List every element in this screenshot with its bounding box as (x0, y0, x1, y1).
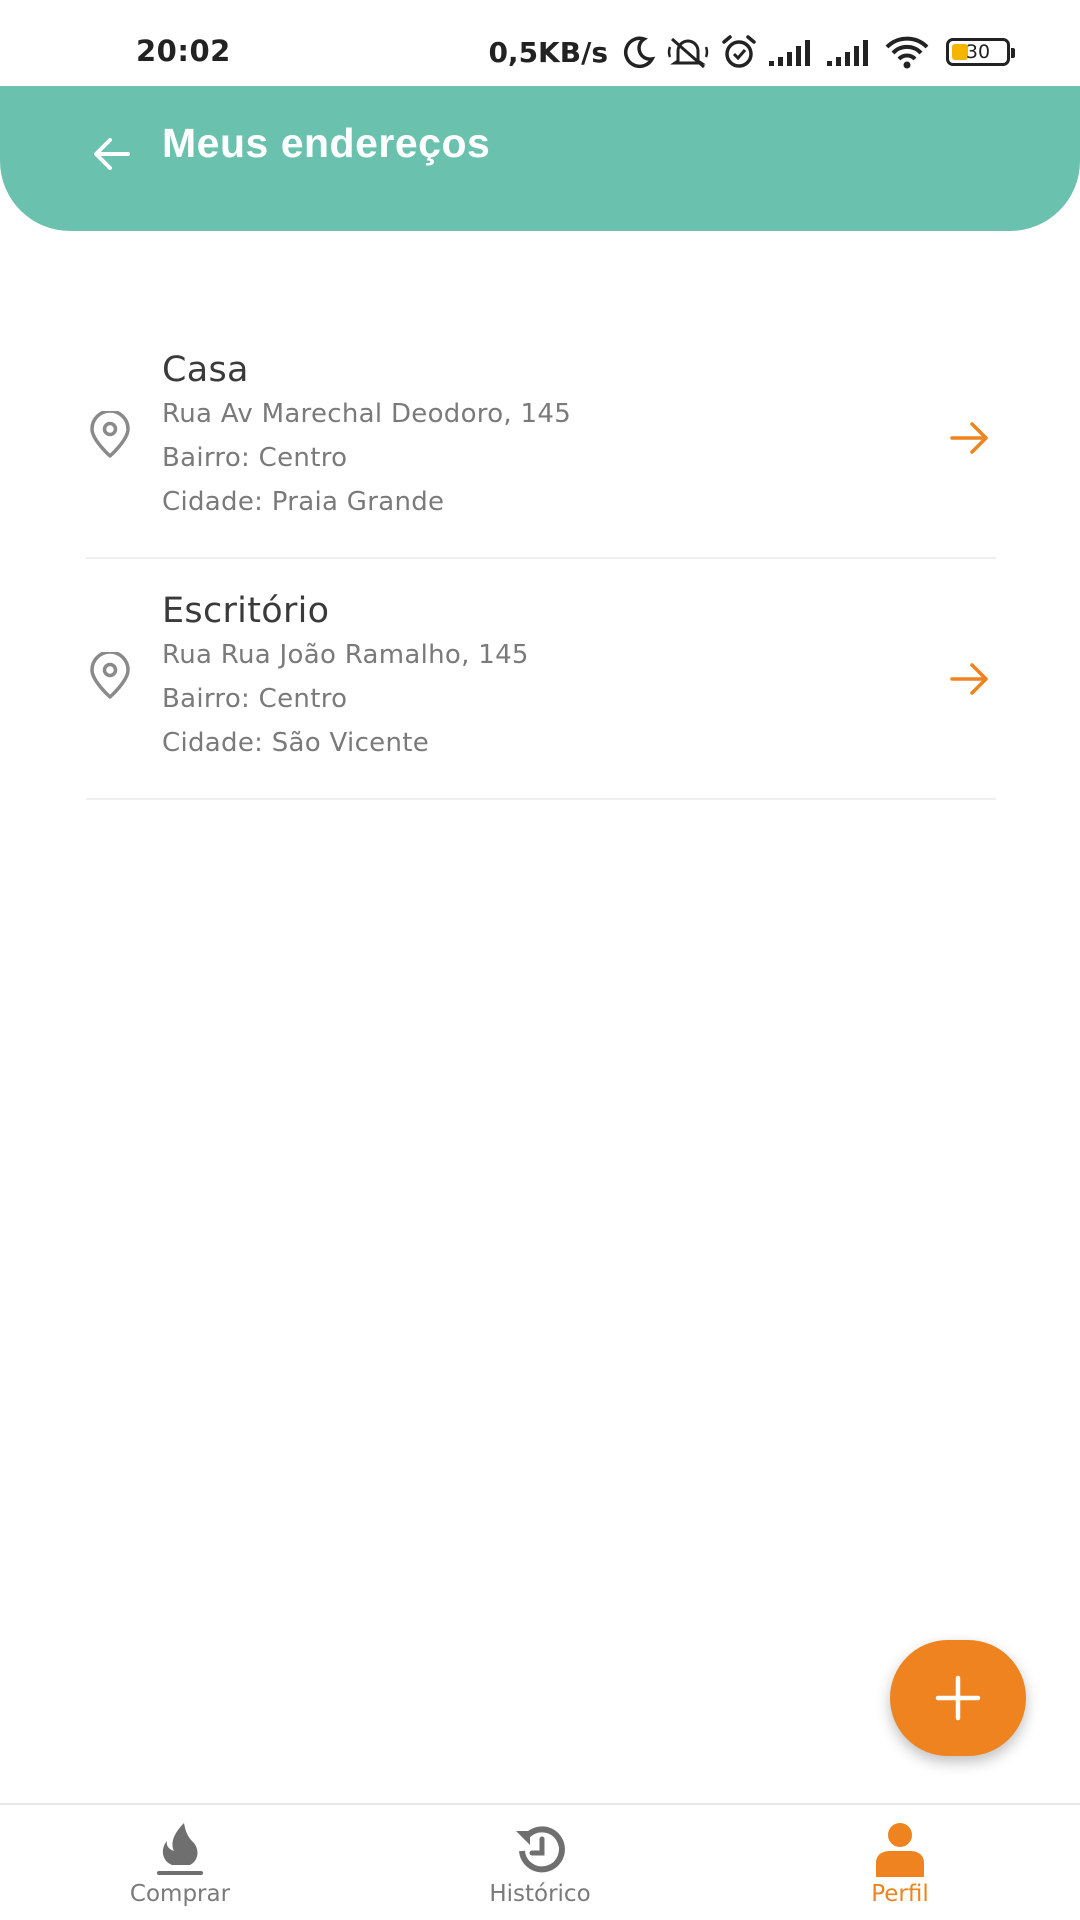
address-list: Casa Rua Av Marechal Deodoro, 145 Bairro… (86, 318, 996, 800)
wifi-icon (885, 36, 929, 69)
status-icons: 0,5KB/s 30 (488, 32, 1015, 72)
history-icon (510, 1821, 570, 1879)
signal-icon (769, 40, 810, 66)
address-street: Rua Rua João Ramalho, 145 (162, 640, 529, 670)
arrow-left-icon (94, 138, 130, 170)
mute-icon (667, 37, 709, 69)
net-speed: 0,5KB/s (488, 35, 608, 69)
address-district: Bairro: Centro (162, 443, 348, 473)
nav-item-comprar[interactable]: Comprar (80, 1805, 280, 1920)
nav-label: Histórico (489, 1881, 591, 1907)
nav-label: Perfil (871, 1881, 929, 1907)
address-name: Casa (162, 350, 249, 390)
address-district: Bairro: Centro (162, 684, 348, 714)
address-item[interactable]: Escritório Rua Rua João Ramalho, 145 Bai… (86, 559, 996, 800)
moon-icon (623, 36, 656, 69)
battery-icon: 30 (946, 38, 1015, 66)
address-item[interactable]: Casa Rua Av Marechal Deodoro, 145 Bairro… (86, 318, 996, 559)
battery-text: 30 (965, 41, 991, 63)
arrow-right-icon[interactable] (948, 418, 992, 458)
location-pin-icon (90, 411, 130, 458)
arrow-right-icon[interactable] (948, 659, 992, 699)
address-street: Rua Av Marechal Deodoro, 145 (162, 399, 572, 429)
plus-icon (935, 1675, 981, 1721)
status-bar: 20:02 0,5KB/s 30 (0, 0, 1080, 86)
nav-item-historico[interactable]: Histórico (440, 1805, 640, 1920)
bottom-nav: Comprar Histórico Perfil (0, 1803, 1080, 1920)
app-header: Meus endereços (0, 86, 1080, 231)
address-city: Cidade: São Vicente (162, 728, 430, 758)
add-address-button[interactable] (890, 1640, 1026, 1756)
address-name: Escritório (162, 591, 330, 631)
user-icon (870, 1821, 930, 1879)
alarm-icon (722, 35, 756, 68)
address-text: Casa Rua Av Marechal Deodoro, 145 Bairro… (162, 348, 571, 524)
signal-icon (827, 40, 868, 66)
flame-icon (150, 1821, 210, 1879)
address-text: Escritório Rua Rua João Ramalho, 145 Bai… (162, 589, 529, 765)
nav-label: Comprar (129, 1881, 231, 1907)
address-city: Cidade: Praia Grande (162, 487, 445, 517)
status-time: 20:02 (136, 34, 231, 68)
location-pin-icon (90, 652, 130, 699)
page-title: Meus endereços (162, 120, 491, 166)
nav-item-perfil[interactable]: Perfil (800, 1805, 1000, 1920)
back-button[interactable] (84, 126, 140, 182)
